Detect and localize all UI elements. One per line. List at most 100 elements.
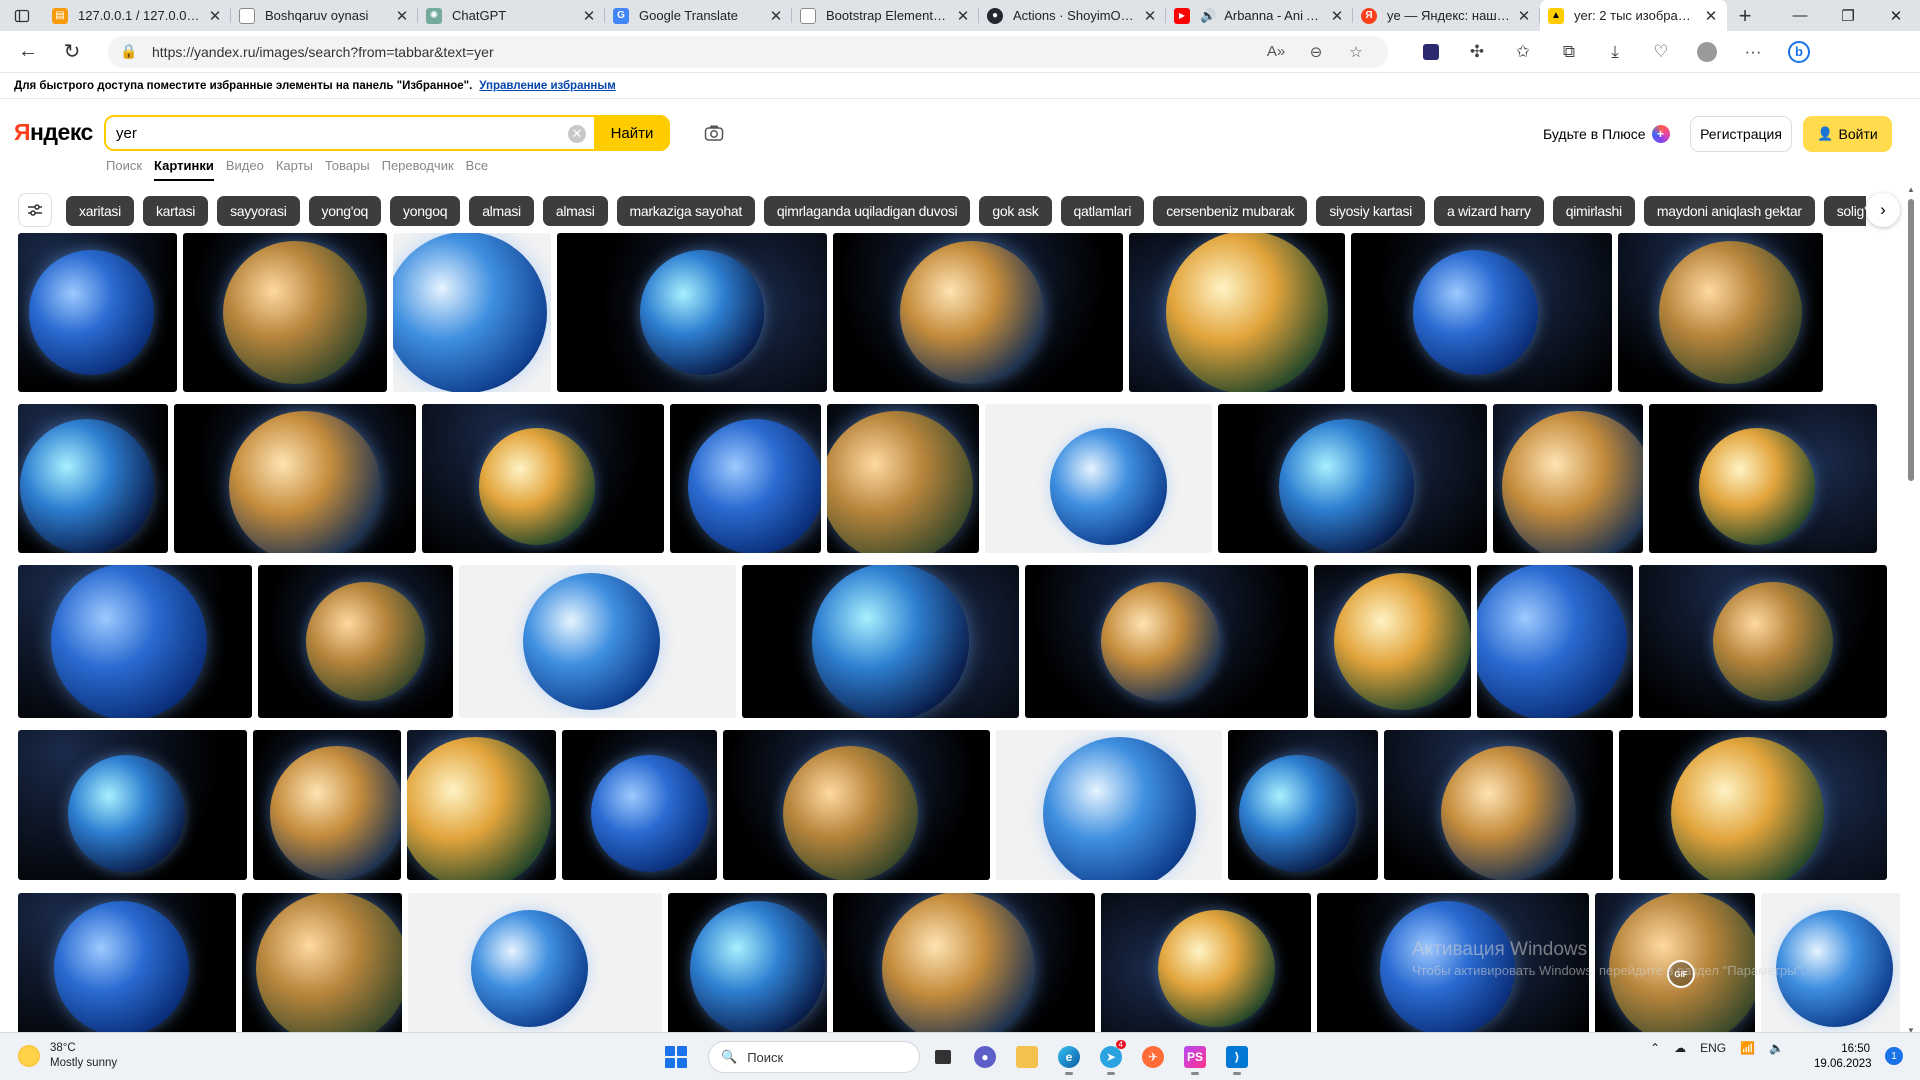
image-thumbnail[interactable] xyxy=(985,404,1212,553)
downloads-icon[interactable]: ⤓ xyxy=(1592,36,1638,68)
image-thumbnail[interactable] xyxy=(1129,233,1345,392)
browser-tab[interactable]: ✺ ChatGPT ✕ xyxy=(418,0,605,31)
image-thumbnail[interactable] xyxy=(18,404,168,553)
query-chip[interactable]: gok ask xyxy=(979,196,1052,226)
more-menu-icon[interactable]: ··· xyxy=(1730,36,1776,68)
image-thumbnail[interactable] xyxy=(407,730,556,880)
close-tab-icon[interactable]: ✕ xyxy=(1142,7,1158,25)
image-thumbnail[interactable] xyxy=(393,233,551,392)
manage-favorites-link[interactable]: Управление избранным xyxy=(479,80,615,92)
browser-tab[interactable]: Boshqaruv oynasi ✕ xyxy=(231,0,418,31)
image-thumbnail[interactable] xyxy=(408,893,662,1033)
image-thumbnail[interactable] xyxy=(242,893,402,1033)
query-chip[interactable]: yongoq xyxy=(390,196,461,226)
login-button[interactable]: 👤 Войти xyxy=(1803,116,1892,152)
query-chip[interactable]: a wizard harry xyxy=(1434,196,1544,226)
image-thumbnail[interactable] xyxy=(723,730,990,880)
query-chip[interactable]: qimirlashi xyxy=(1552,196,1635,226)
image-thumbnail[interactable] xyxy=(1618,233,1823,392)
close-tab-icon[interactable]: ✕ xyxy=(1329,7,1345,25)
favorite-star-icon[interactable]: ☆ xyxy=(1336,43,1376,61)
image-thumbnail[interactable] xyxy=(174,404,416,553)
taskbar-search[interactable]: 🔍 Поиск xyxy=(708,1041,920,1073)
address-url[interactable]: https://yandex.ru/images/search?from=tab… xyxy=(152,44,1256,60)
postman-icon[interactable]: ✈ xyxy=(1134,1039,1172,1075)
onedrive-icon[interactable]: ☁ xyxy=(1674,1041,1686,1055)
phpstorm-icon[interactable]: PS xyxy=(1176,1039,1214,1075)
image-thumbnail[interactable] xyxy=(1218,404,1487,553)
bing-copilot-icon[interactable]: b xyxy=(1776,36,1822,68)
image-thumbnail[interactable] xyxy=(18,893,236,1033)
wifi-icon[interactable]: 📶 xyxy=(1740,1041,1755,1055)
image-thumbnail[interactable] xyxy=(18,233,177,392)
search-input[interactable] xyxy=(106,118,576,148)
telegram-icon[interactable]: ➤ 4 xyxy=(1092,1039,1130,1075)
close-tab-icon[interactable]: ✕ xyxy=(207,7,223,25)
image-thumbnail[interactable] xyxy=(1101,893,1311,1033)
browser-tab[interactable]: ● Actions · ShoyimObloq ✕ xyxy=(979,0,1166,31)
image-thumbnail[interactable] xyxy=(459,565,736,718)
new-tab-button[interactable]: + xyxy=(1727,0,1763,31)
image-thumbnail[interactable] xyxy=(1493,404,1643,553)
back-button[interactable]: ← xyxy=(6,34,50,70)
clear-search-icon[interactable]: ✕ xyxy=(568,125,586,143)
profile-avatar-icon[interactable] xyxy=(1684,36,1730,68)
browser-tab[interactable]: G Google Translate ✕ xyxy=(605,0,792,31)
tab-actions-button[interactable] xyxy=(0,0,44,31)
extension-icon[interactable] xyxy=(1408,36,1454,68)
image-thumbnail[interactable] xyxy=(253,730,401,880)
query-chip[interactable]: qimrlaganda uqiladigan duvosi xyxy=(763,196,971,226)
query-chip[interactable]: xaritasi xyxy=(66,196,134,226)
image-thumbnail[interactable] xyxy=(1477,565,1633,718)
query-chip[interactable]: siyosiy kartasi xyxy=(1316,196,1425,226)
service-search[interactable]: Поиск xyxy=(106,158,142,181)
image-thumbnail[interactable] xyxy=(1649,404,1877,553)
browser-tab[interactable]: ▤ 127.0.0.1 / 127.0.0.1 / r ✕ xyxy=(44,0,231,31)
image-thumbnail[interactable] xyxy=(1314,565,1471,718)
image-thumbnail[interactable] xyxy=(562,730,717,880)
weather-widget[interactable]: 38°C Mostly sunny xyxy=(18,1041,117,1071)
speaker-icon[interactable]: 🔊 xyxy=(1200,8,1216,24)
image-thumbnail[interactable] xyxy=(833,893,1095,1033)
browser-tab[interactable]: Bootstrap Elements - V ✕ xyxy=(792,0,979,31)
query-chip[interactable]: solig'i xyxy=(1823,196,1866,226)
close-tab-icon[interactable]: ✕ xyxy=(768,7,784,25)
collections-icon[interactable]: ⧉ xyxy=(1546,36,1592,68)
image-thumbnail[interactable] xyxy=(827,404,979,553)
address-bar[interactable]: 🔒 https://yandex.ru/images/search?from=t… xyxy=(108,35,1388,68)
image-thumbnail[interactable] xyxy=(18,730,247,880)
image-thumbnail[interactable] xyxy=(742,565,1019,718)
zoom-icon[interactable]: ⊖ xyxy=(1296,43,1336,61)
filters-icon[interactable] xyxy=(18,193,52,227)
extensions-puzzle-icon[interactable]: ✣ xyxy=(1454,36,1500,68)
volume-icon[interactable]: 🔈 xyxy=(1769,1041,1784,1055)
image-thumbnail[interactable] xyxy=(1619,730,1887,880)
yandex-logo[interactable]: Яндекс xyxy=(14,119,93,146)
edge-browser-icon[interactable]: e xyxy=(1050,1039,1088,1075)
service-all[interactable]: Все xyxy=(466,158,488,181)
plus-link[interactable]: Будьте в Плюсе + xyxy=(1543,125,1670,143)
image-thumbnail[interactable] xyxy=(1025,565,1308,718)
image-search-camera-icon[interactable] xyxy=(702,121,726,145)
notification-count-icon[interactable]: 1 xyxy=(1885,1047,1903,1065)
image-thumbnail[interactable] xyxy=(422,404,664,553)
query-chip[interactable]: almasi xyxy=(469,196,534,226)
refresh-button[interactable]: ↻ xyxy=(50,34,94,70)
task-view-icon[interactable] xyxy=(924,1039,962,1075)
scroll-up-icon[interactable]: ▲ xyxy=(1906,185,1916,194)
image-thumbnail[interactable] xyxy=(18,565,252,718)
file-explorer-icon[interactable] xyxy=(1008,1039,1046,1075)
close-tab-icon[interactable]: ✕ xyxy=(955,7,971,25)
image-thumbnail[interactable] xyxy=(183,233,387,392)
service-maps[interactable]: Карты xyxy=(276,158,313,181)
service-translator[interactable]: Переводчик xyxy=(382,158,454,181)
favorites-icon[interactable]: ✩ xyxy=(1500,36,1546,68)
close-tab-icon[interactable]: ✕ xyxy=(581,7,597,25)
chat-icon[interactable]: ● xyxy=(966,1039,1004,1075)
scrollbar-thumb[interactable] xyxy=(1908,199,1914,481)
image-thumbnail[interactable] xyxy=(258,565,453,718)
image-thumbnail[interactable] xyxy=(1351,233,1612,392)
tray-overflow-icon[interactable]: ⌃ xyxy=(1650,1041,1660,1055)
read-aloud-icon[interactable]: A» xyxy=(1256,43,1296,60)
service-video[interactable]: Видео xyxy=(226,158,264,181)
